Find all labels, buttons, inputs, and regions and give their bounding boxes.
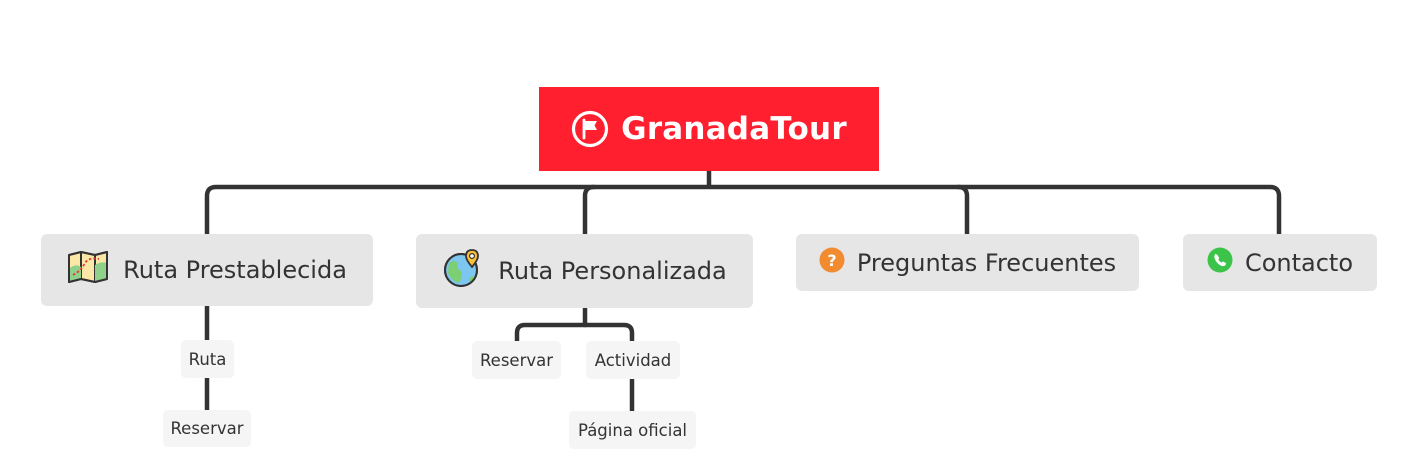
branch-preguntas-frecuentes[interactable]: ? Preguntas Frecuentes (796, 234, 1139, 291)
branch-connector-preguntas (955, 184, 970, 237)
subnode-reservar[interactable]: Reservar (163, 410, 251, 447)
branch-label: Contacto (1244, 248, 1354, 277)
branch-contacto[interactable]: Contacto (1183, 234, 1377, 291)
map-icon (67, 251, 109, 289)
subnode-label: Reservar (170, 419, 244, 438)
connector-personalizada-reservar (514, 322, 635, 345)
branch-label: Preguntas Frecuentes (856, 248, 1117, 277)
branch-ruta-personalizada[interactable]: Ruta Personalizada (416, 234, 753, 308)
whatsapp-phone-icon (1207, 247, 1233, 279)
subnode-actividad[interactable]: Actividad (586, 341, 680, 379)
root-title: GranadaTour (621, 111, 847, 147)
subnode-reservar[interactable]: Reservar (472, 341, 561, 379)
subnode-pagina-oficial[interactable]: Página oficial (569, 411, 696, 449)
branch-label: Ruta Personalizada (498, 257, 727, 285)
subnode-label: Reservar (479, 350, 554, 370)
subnode-label: Actividad (594, 350, 672, 370)
branch-ruta-prestablecida[interactable]: Ruta Prestablecida (41, 234, 373, 306)
question-icon: ? (819, 247, 845, 279)
subnode-label: Ruta (188, 349, 227, 369)
branch-connector-personalizada (582, 184, 597, 237)
flag-circle-icon (571, 110, 609, 148)
subnode-label: Página oficial (577, 420, 688, 440)
branch-label: Ruta Prestablecida (123, 256, 347, 284)
subnode-ruta[interactable]: Ruta (181, 340, 234, 378)
svg-text:?: ? (827, 251, 836, 270)
root-node[interactable]: GranadaTour (539, 87, 879, 171)
bus-connector (204, 184, 1282, 237)
globe-pin-icon (442, 247, 484, 295)
